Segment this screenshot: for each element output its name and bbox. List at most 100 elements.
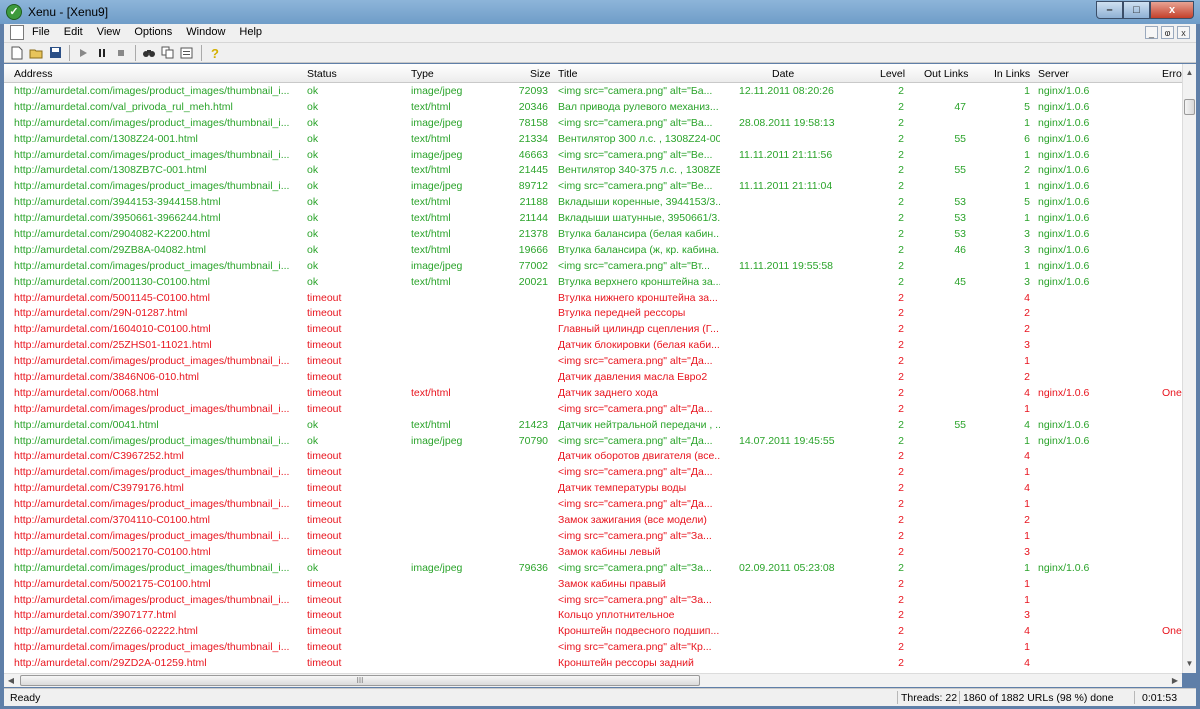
cell-size: 21188 <box>519 196 548 209</box>
cell-status: ok <box>307 85 319 97</box>
cell-server: nginx/1.0.6 <box>1038 275 1090 288</box>
cell-status: ok <box>307 100 319 113</box>
pause-icon[interactable] <box>93 45 111 61</box>
scroll-left-icon[interactable]: ◀ <box>4 674 18 687</box>
table-row[interactable]: http://amurdetal.com/5002175-C0100.html t… <box>4 577 1182 593</box>
cell-level: 2 <box>898 402 904 415</box>
table-row[interactable]: http://amurdetal.com/5002170-C0100.html t… <box>4 545 1182 561</box>
table-row[interactable]: http://amurdetal.com/images/product_imag… <box>4 179 1182 195</box>
cell-level: 2 <box>898 625 904 638</box>
scroll-down-icon[interactable]: ▼ <box>1183 657 1196 671</box>
cell-status: timeout <box>307 593 342 606</box>
column-level[interactable]: Level <box>880 68 905 80</box>
cell-level: 2 <box>898 85 904 97</box>
cell-status: ok <box>307 164 319 177</box>
table-row[interactable]: http://amurdetal.com/images/product_imag… <box>4 402 1182 418</box>
table-row[interactable]: http://amurdetal.com/images/product_imag… <box>4 148 1182 164</box>
column-date[interactable]: Date <box>772 68 794 80</box>
column-header: Address Status Type Size Title Date Leve… <box>4 64 1182 83</box>
help-icon[interactable]: ? <box>206 45 224 61</box>
table-row[interactable]: http://amurdetal.com/images/product_imag… <box>4 84 1182 100</box>
table-row[interactable]: http://amurdetal.com/C3967252.html timeou… <box>4 449 1182 465</box>
document-icon[interactable] <box>10 25 24 40</box>
table-row[interactable]: http://amurdetal.com/2001130-C0100.html o… <box>4 275 1182 291</box>
cell-title: Датчик температуры воды <box>558 482 687 495</box>
table-row[interactable]: http://amurdetal.com/29ZD2A-01259.html ti… <box>4 656 1182 672</box>
scroll-right-icon[interactable]: ▶ <box>1168 674 1182 687</box>
toolbar-separator <box>69 44 70 61</box>
new-icon[interactable] <box>8 45 26 61</box>
table-row[interactable]: http://amurdetal.com/3704110-C0100.html t… <box>4 513 1182 529</box>
maximize-button[interactable]: □ <box>1123 1 1150 19</box>
menu-help[interactable]: Help <box>239 26 262 38</box>
table-row[interactable]: http://amurdetal.com/val_privoda_rul_meh… <box>4 100 1182 116</box>
column-address[interactable]: Address <box>14 68 53 80</box>
close-button[interactable]: x <box>1150 1 1194 19</box>
column-out-links[interactable]: Out Links <box>924 68 968 80</box>
column-status[interactable]: Status <box>307 68 337 80</box>
table-row[interactable]: http://amurdetal.com/C3979176.html timeou… <box>4 481 1182 497</box>
minimize-button[interactable]: – <box>1096 1 1123 19</box>
cell-status: timeout <box>307 577 342 590</box>
menu-file[interactable]: File <box>32 26 50 38</box>
table-row[interactable]: http://amurdetal.com/5001145-C0100.html t… <box>4 291 1182 307</box>
find-icon[interactable] <box>140 45 158 61</box>
mdi-minimize-button[interactable]: _ <box>1145 26 1158 39</box>
cell-title: Кронштейн подвесного подшип... <box>558 625 720 638</box>
mdi-close-button[interactable]: x <box>1177 26 1190 39</box>
open-icon[interactable] <box>27 45 45 61</box>
table-row[interactable]: http://amurdetal.com/images/product_imag… <box>4 640 1182 656</box>
table-row[interactable]: http://amurdetal.com/1308ZB7C-001.html ok… <box>4 163 1182 179</box>
table-row[interactable]: http://amurdetal.com/1308Z24-001.html ok t… <box>4 132 1182 148</box>
cell-out-links: 53 <box>954 228 966 241</box>
save-icon[interactable] <box>46 45 64 61</box>
column-title[interactable]: Title <box>558 68 577 80</box>
cell-level: 2 <box>898 116 904 129</box>
table-row[interactable]: http://amurdetal.com/images/product_imag… <box>4 116 1182 132</box>
results-list[interactable]: Address Status Type Size Title Date Leve… <box>4 64 1196 673</box>
properties-icon[interactable] <box>178 45 196 61</box>
table-row[interactable]: http://amurdetal.com/3944153-3944158.htm… <box>4 195 1182 211</box>
table-row[interactable]: http://amurdetal.com/2904082-K2200.html o… <box>4 227 1182 243</box>
table-row[interactable]: http://amurdetal.com/images/product_imag… <box>4 561 1182 577</box>
menu-options[interactable]: Options <box>134 26 172 38</box>
table-row[interactable]: http://amurdetal.com/images/product_imag… <box>4 593 1182 609</box>
table-row[interactable]: http://amurdetal.com/1604010-C0100.html t… <box>4 322 1182 338</box>
table-row[interactable]: http://amurdetal.com/images/product_imag… <box>4 465 1182 481</box>
horizontal-scroll-thumb[interactable]: III <box>20 675 700 686</box>
menu-window[interactable]: Window <box>186 26 225 38</box>
column-size[interactable]: Size <box>530 68 550 80</box>
horizontal-scrollbar[interactable]: ◀ III ▶ <box>4 673 1182 687</box>
table-row[interactable]: http://amurdetal.com/29ZB8A-04082.html ok… <box>4 243 1182 259</box>
table-row[interactable]: http://amurdetal.com/3950661-3966244.htm… <box>4 211 1182 227</box>
table-row[interactable]: http://amurdetal.com/images/product_imag… <box>4 354 1182 370</box>
table-row[interactable]: http://amurdetal.com/22Z66-02222.html tim… <box>4 624 1182 640</box>
column-in-links[interactable]: In Links <box>994 68 1030 80</box>
cell-in-links: 1 <box>1024 641 1030 654</box>
table-row[interactable]: http://amurdetal.com/3907177.html timeout… <box>4 608 1182 624</box>
table-row[interactable]: http://amurdetal.com/25ZHS01-11021.html t… <box>4 338 1182 354</box>
column-server[interactable]: Server <box>1038 68 1069 80</box>
column-type[interactable]: Type <box>411 68 434 80</box>
table-row[interactable]: http://amurdetal.com/images/product_imag… <box>4 497 1182 513</box>
menu-edit[interactable]: Edit <box>64 26 83 38</box>
table-row[interactable]: http://amurdetal.com/0068.html timeout tex… <box>4 386 1182 402</box>
play-icon[interactable] <box>74 45 92 61</box>
table-row[interactable]: http://amurdetal.com/images/product_imag… <box>4 434 1182 450</box>
table-row[interactable]: http://amurdetal.com/images/product_imag… <box>4 259 1182 275</box>
table-row[interactable]: http://amurdetal.com/images/product_imag… <box>4 529 1182 545</box>
cell-server: nginx/1.0.6 <box>1038 164 1090 177</box>
copy-icon[interactable] <box>159 45 177 61</box>
table-row[interactable]: http://amurdetal.com/29N-01287.html timeo… <box>4 306 1182 322</box>
vertical-scrollbar[interactable]: ▲ ▼ <box>1182 64 1196 673</box>
cell-title: Главный цилиндр сцепления (Г... <box>558 323 719 336</box>
table-row[interactable]: http://amurdetal.com/0041.html ok text/htm… <box>4 418 1182 434</box>
table-row[interactable]: http://amurdetal.com/3846N06-010.html tim… <box>4 370 1182 386</box>
column-error[interactable]: Erro <box>1162 68 1182 80</box>
stop-icon[interactable] <box>112 45 130 61</box>
cell-address: http://amurdetal.com/0041.html <box>14 418 159 431</box>
scroll-up-icon[interactable]: ▲ <box>1183 66 1196 80</box>
menu-view[interactable]: View <box>97 26 121 38</box>
vertical-scroll-thumb[interactable] <box>1184 99 1195 115</box>
mdi-restore-button[interactable]: ⱷ <box>1161 26 1174 39</box>
